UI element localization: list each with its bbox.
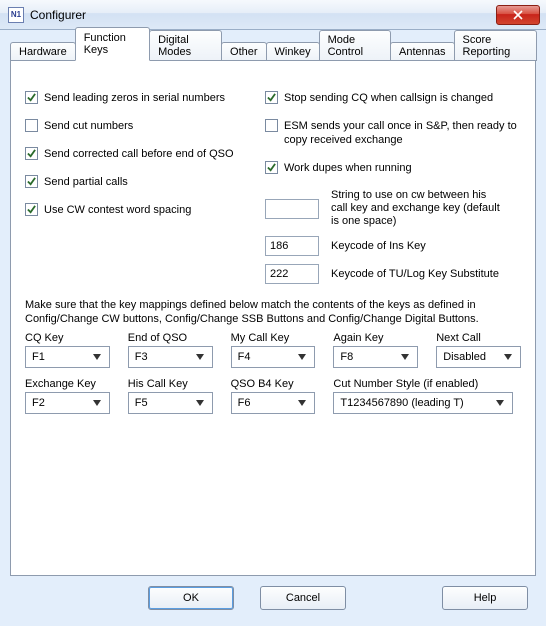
tab-hardware[interactable]: Hardware (10, 42, 76, 61)
checkbox-work-dupes[interactable]: Work dupes when running (265, 161, 521, 175)
select-value: Disabled (443, 351, 486, 363)
checkbox-corrected-call[interactable]: Send corrected call before end of QSO (25, 147, 265, 161)
select-value: F1 (32, 351, 45, 363)
checkbox-icon (25, 119, 38, 132)
close-icon (513, 10, 523, 20)
chevron-down-icon (294, 395, 310, 411)
tab-score-reporting[interactable]: Score Reporting (454, 30, 538, 61)
cut-number-style-label: Cut Number Style (if enabled) (333, 378, 521, 390)
select-value: F3 (135, 351, 148, 363)
his-call-key-select[interactable]: F5 (128, 392, 213, 414)
cq-key-label: CQ Key (25, 332, 110, 344)
chevron-down-icon (192, 349, 208, 365)
help-button[interactable]: Help (442, 586, 528, 610)
checkbox-cut-numbers[interactable]: Send cut numbers (25, 119, 265, 133)
app-icon: N1 (8, 7, 24, 23)
tab-mode-control[interactable]: Mode Control (319, 30, 391, 61)
checkbox-label: Send leading zeros in serial numbers (44, 91, 225, 105)
exchange-key-select[interactable]: F2 (25, 392, 110, 414)
end-qso-label: End of QSO (128, 332, 213, 344)
next-call-field: Next Call Disabled (436, 332, 521, 368)
tab-strip: Hardware Function Keys Digital Modes Oth… (10, 38, 536, 60)
chevron-down-icon (192, 395, 208, 411)
chevron-down-icon (294, 349, 310, 365)
cancel-button[interactable]: Cancel (260, 586, 346, 610)
chevron-down-icon (89, 395, 105, 411)
exchange-key-label: Exchange Key (25, 378, 110, 390)
ok-button[interactable]: OK (148, 586, 234, 610)
checkbox-icon (265, 119, 278, 132)
chevron-down-icon (500, 349, 516, 365)
checkbox-icon (25, 147, 38, 160)
qso-b4-key-label: QSO B4 Key (231, 378, 316, 390)
checkbox-cw-contest-spacing[interactable]: Use CW contest word spacing (25, 203, 265, 217)
checkbox-icon (265, 91, 278, 104)
my-call-key-field: My Call Key F4 (231, 332, 316, 368)
my-call-key-select[interactable]: F4 (231, 346, 316, 368)
again-key-field: Again Key F8 (333, 332, 418, 368)
checkbox-partial-calls[interactable]: Send partial calls (25, 175, 265, 189)
ins-keycode-input[interactable] (265, 236, 319, 256)
qso-b4-key-field: QSO B4 Key F6 (231, 378, 316, 414)
select-value: F8 (340, 351, 353, 363)
checkbox-label: ESM sends your call once in S&P, then re… (284, 119, 521, 147)
checkbox-icon (265, 161, 278, 174)
ins-keycode-label: Keycode of Ins Key (331, 240, 426, 253)
chevron-down-icon (89, 349, 105, 365)
again-key-label: Again Key (333, 332, 418, 344)
select-value: F4 (238, 351, 251, 363)
checkbox-label: Use CW contest word spacing (44, 203, 191, 217)
exchange-key-field: Exchange Key F2 (25, 378, 110, 414)
checkbox-icon (25, 175, 38, 188)
between-keys-label: String to use on cw between his call key… (331, 189, 501, 228)
cut-number-style-field: Cut Number Style (if enabled) T123456789… (333, 378, 521, 414)
next-call-select[interactable]: Disabled (436, 346, 521, 368)
end-qso-select[interactable]: F3 (128, 346, 213, 368)
qso-b4-key-select[interactable]: F6 (231, 392, 316, 414)
tab-panel-function-keys: Send leading zeros in serial numbers Sen… (10, 60, 536, 576)
tu-keycode-label: Keycode of TU/Log Key Substitute (331, 268, 499, 281)
my-call-key-label: My Call Key (231, 332, 316, 344)
tab-antennas[interactable]: Antennas (390, 42, 454, 61)
checkbox-label: Send cut numbers (44, 119, 133, 133)
again-key-select[interactable]: F8 (333, 346, 418, 368)
checkbox-icon (25, 91, 38, 104)
select-value: F5 (135, 397, 148, 409)
chevron-down-icon (492, 395, 508, 411)
checkbox-label: Stop sending CQ when callsign is changed (284, 91, 493, 105)
his-call-key-field: His Call Key F5 (128, 378, 213, 414)
end-qso-field: End of QSO F3 (128, 332, 213, 368)
cq-key-select[interactable]: F1 (25, 346, 110, 368)
window-title: Configurer (30, 8, 86, 22)
his-call-key-label: His Call Key (128, 378, 213, 390)
checkbox-esm-sends-call[interactable]: ESM sends your call once in S&P, then re… (265, 119, 521, 147)
tab-function-keys[interactable]: Function Keys (75, 27, 150, 61)
checkbox-label: Send corrected call before end of QSO (44, 147, 234, 161)
checkbox-icon (25, 203, 38, 216)
cut-number-style-select[interactable]: T1234567890 (leading T) (333, 392, 513, 414)
checkbox-leading-zeros[interactable]: Send leading zeros in serial numbers (25, 91, 265, 105)
chevron-down-icon (397, 349, 413, 365)
dialog-button-bar: OK Cancel Help (10, 576, 536, 616)
title-bar: N1 Configurer (0, 0, 546, 30)
select-value: F6 (238, 397, 251, 409)
tu-keycode-input[interactable] (265, 264, 319, 284)
tab-other[interactable]: Other (221, 42, 267, 61)
cq-key-field: CQ Key F1 (25, 332, 110, 368)
tab-digital-modes[interactable]: Digital Modes (149, 30, 222, 61)
checkbox-label: Send partial calls (44, 175, 128, 189)
between-keys-input[interactable] (265, 199, 319, 219)
tab-winkey[interactable]: Winkey (266, 42, 320, 61)
close-button[interactable] (496, 5, 540, 25)
next-call-label: Next Call (436, 332, 521, 344)
key-mapping-note: Make sure that the key mappings defined … (25, 298, 521, 326)
checkbox-stop-cq[interactable]: Stop sending CQ when callsign is changed (265, 91, 521, 105)
select-value: F2 (32, 397, 45, 409)
select-value: T1234567890 (leading T) (340, 397, 463, 409)
checkbox-label: Work dupes when running (284, 161, 412, 175)
